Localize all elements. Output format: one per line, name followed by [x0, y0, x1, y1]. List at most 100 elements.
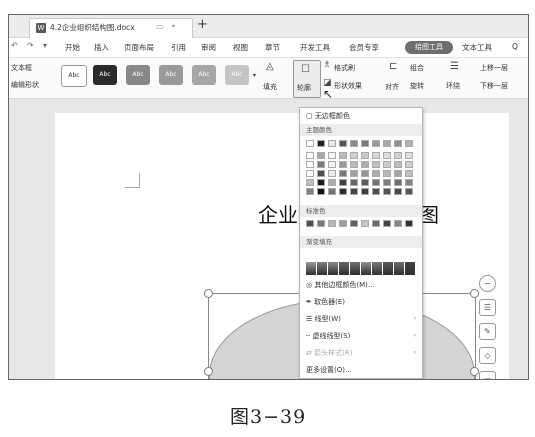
collapse-icon[interactable]: −: [479, 275, 496, 292]
style-swatch-1[interactable]: Abc: [61, 65, 87, 87]
theme-color-swatch[interactable]: [350, 179, 358, 186]
menu-item-member[interactable]: 会员专享: [349, 42, 379, 53]
align-button[interactable]: 对齐: [385, 82, 399, 92]
theme-color-swatch[interactable]: [361, 152, 369, 159]
style-swatch-3[interactable]: Abc: [126, 65, 150, 85]
theme-color-swatch[interactable]: [405, 188, 413, 195]
standard-color-swatch[interactable]: [405, 220, 413, 227]
standard-color-swatch[interactable]: [361, 220, 369, 227]
theme-color-swatch[interactable]: [328, 140, 336, 147]
gradient-swatch[interactable]: [328, 262, 338, 275]
theme-color-swatch[interactable]: [372, 140, 380, 147]
theme-color-swatch[interactable]: [394, 170, 402, 177]
tab-window-icon[interactable]: ▭: [156, 22, 164, 31]
line-weight-option[interactable]: ☰ 线型(W): [306, 314, 341, 324]
menu-item-home[interactable]: 开始: [65, 42, 80, 53]
theme-color-swatch[interactable]: [328, 152, 336, 159]
theme-color-swatch[interactable]: [383, 170, 391, 177]
theme-color-swatch[interactable]: [361, 161, 369, 168]
theme-color-swatch[interactable]: [339, 152, 347, 159]
theme-color-swatch[interactable]: [350, 161, 358, 168]
shape-effect-button[interactable]: 形状效果: [334, 81, 362, 91]
theme-color-swatch[interactable]: [306, 140, 314, 147]
gradient-swatch[interactable]: [350, 262, 360, 275]
tab-drawing-tools[interactable]: 绘图工具: [405, 41, 453, 54]
menu-item-view[interactable]: 视图: [233, 42, 248, 53]
style-swatch-5[interactable]: Abc: [192, 65, 216, 85]
standard-color-swatch[interactable]: [339, 220, 347, 227]
theme-color-swatch[interactable]: [328, 179, 336, 186]
gradient-swatch[interactable]: [306, 262, 316, 275]
menu-item-page-layout[interactable]: 页面布局: [124, 42, 154, 53]
format-brush-button[interactable]: 格式刷: [334, 63, 355, 73]
theme-color-swatch[interactable]: [394, 179, 402, 186]
theme-color-swatch[interactable]: [405, 152, 413, 159]
search-icon[interactable]: Q: [512, 42, 518, 51]
standard-color-swatch[interactable]: [328, 220, 336, 227]
theme-color-swatch[interactable]: [306, 188, 314, 195]
theme-color-swatch[interactable]: [394, 152, 402, 159]
resize-handle-top-right[interactable]: [470, 289, 479, 298]
outline-button[interactable]: ☐ 轮廓: [293, 60, 321, 98]
theme-color-swatch[interactable]: [317, 170, 325, 177]
theme-color-swatch[interactable]: [383, 140, 391, 147]
theme-color-swatch[interactable]: [306, 152, 314, 159]
dash-type-option[interactable]: ┄ 虚线线型(S): [306, 331, 350, 341]
layout-options-icon[interactable]: ☰: [479, 299, 496, 316]
undo-icon[interactable]: ↶: [11, 41, 18, 50]
document-tab[interactable]: W 4.2企业组织结构图.docx ▭ •: [29, 18, 193, 38]
styles-more-icon[interactable]: ▾: [253, 72, 256, 79]
gradient-swatch[interactable]: [394, 262, 404, 275]
textbox-button[interactable]: 文本框: [11, 63, 32, 73]
theme-color-swatch[interactable]: [317, 161, 325, 168]
theme-color-swatch[interactable]: [383, 188, 391, 195]
resize-handle-middle-left[interactable]: [204, 367, 213, 376]
theme-color-swatch[interactable]: [394, 140, 402, 147]
menu-item-references[interactable]: 引用: [171, 42, 186, 53]
standard-color-swatch[interactable]: [394, 220, 402, 227]
theme-color-swatch[interactable]: [372, 170, 380, 177]
style-swatch-6[interactable]: Abc: [225, 65, 249, 85]
theme-color-swatch[interactable]: [350, 152, 358, 159]
crop-icon[interactable]: ▭: [479, 371, 496, 379]
theme-color-swatch[interactable]: [361, 179, 369, 186]
theme-color-swatch[interactable]: [350, 188, 358, 195]
menu-item-chapter[interactable]: 章节: [265, 42, 280, 53]
theme-color-swatch[interactable]: [405, 140, 413, 147]
theme-color-swatch[interactable]: [383, 161, 391, 168]
rotate-button[interactable]: 旋转: [410, 81, 424, 91]
send-backward-button[interactable]: 下移一层: [480, 81, 508, 91]
resize-handle-middle-right[interactable]: [470, 367, 479, 376]
new-tab-button[interactable]: +: [197, 17, 208, 33]
theme-color-swatch[interactable]: [317, 140, 325, 147]
fill-icon[interactable]: ◇: [479, 347, 496, 364]
gradient-swatch[interactable]: [361, 262, 371, 275]
theme-color-swatch[interactable]: [317, 152, 325, 159]
theme-color-swatch[interactable]: [372, 179, 380, 186]
theme-color-swatch[interactable]: [306, 170, 314, 177]
theme-color-swatch[interactable]: [361, 188, 369, 195]
standard-color-swatch[interactable]: [350, 220, 358, 227]
standard-color-swatch[interactable]: [372, 220, 380, 227]
gradient-swatch[interactable]: [339, 262, 349, 275]
menu-item-text-tools[interactable]: 文本工具: [462, 42, 492, 53]
theme-color-swatch[interactable]: [339, 161, 347, 168]
theme-color-swatch[interactable]: [361, 140, 369, 147]
theme-color-swatch[interactable]: [350, 170, 358, 177]
menu-item-review[interactable]: 审阅: [201, 42, 216, 53]
theme-color-swatch[interactable]: [339, 170, 347, 177]
menu-item-insert[interactable]: 插入: [94, 42, 109, 53]
theme-color-swatch[interactable]: [383, 179, 391, 186]
theme-color-swatch[interactable]: [394, 188, 402, 195]
theme-color-swatch[interactable]: [405, 161, 413, 168]
more-outline-colors-option[interactable]: ◎ 其他边框颜色(M)...: [306, 280, 375, 290]
no-outline-option[interactable]: ▢ 无边框颜色: [306, 111, 350, 121]
style-swatch-2[interactable]: Abc: [93, 65, 117, 85]
redo-icon[interactable]: ↷: [27, 41, 34, 50]
theme-color-swatch[interactable]: [361, 170, 369, 177]
bring-forward-button[interactable]: 上移一层: [480, 63, 508, 73]
theme-color-swatch[interactable]: [405, 179, 413, 186]
eyedropper-option[interactable]: ✒ 取色器(E): [306, 297, 345, 307]
theme-color-swatch[interactable]: [372, 188, 380, 195]
theme-color-swatch[interactable]: [328, 161, 336, 168]
